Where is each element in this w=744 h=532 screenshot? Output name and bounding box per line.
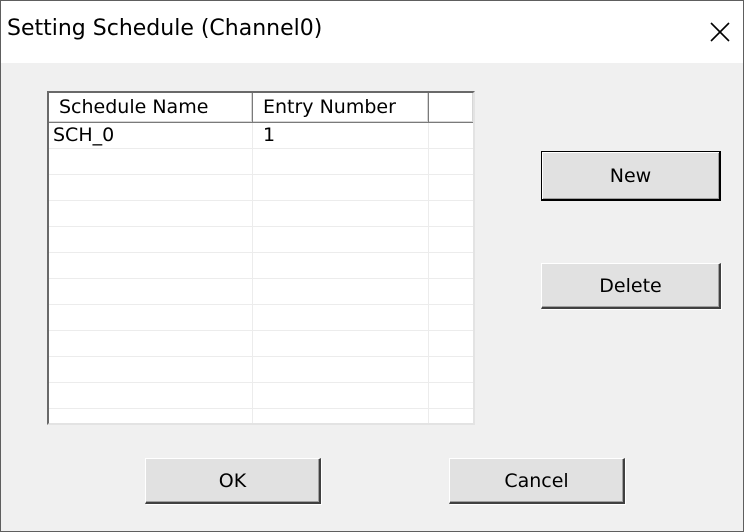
title-bar[interactable]: Setting Schedule (Channel0) — [1, 1, 743, 63]
table-row[interactable] — [49, 279, 473, 305]
column-header-schedule-name[interactable]: Schedule Name — [49, 93, 253, 123]
table-row[interactable] — [49, 305, 473, 331]
cell-empty — [429, 149, 473, 175]
table-row[interactable] — [49, 409, 473, 423]
cell-schedule-name — [49, 227, 253, 253]
cell-entry-number — [253, 253, 429, 279]
table-row[interactable] — [49, 253, 473, 279]
cell-schedule-name — [49, 175, 253, 201]
list-rows: SCH_0 1 — [49, 123, 473, 423]
cell-entry-number — [253, 383, 429, 409]
ok-button[interactable]: OK — [145, 458, 321, 504]
cell-schedule-name — [49, 201, 253, 227]
table-row[interactable] — [49, 175, 473, 201]
schedule-list[interactable]: Schedule Name Entry Number SCH_0 1 — [47, 91, 475, 425]
cell-entry-number — [253, 357, 429, 383]
cell-schedule-name: SCH_0 — [49, 123, 253, 149]
cell-empty — [429, 305, 473, 331]
cell-empty — [429, 357, 473, 383]
table-row[interactable] — [49, 357, 473, 383]
cell-schedule-name — [49, 331, 253, 357]
cell-schedule-name — [49, 383, 253, 409]
table-row[interactable]: SCH_0 1 — [49, 123, 473, 149]
cell-empty — [429, 253, 473, 279]
cell-empty — [429, 201, 473, 227]
cell-schedule-name — [49, 409, 253, 423]
column-header-entry-number[interactable]: Entry Number — [253, 93, 429, 123]
table-row[interactable] — [49, 227, 473, 253]
cell-schedule-name — [49, 253, 253, 279]
cell-schedule-name — [49, 149, 253, 175]
cell-entry-number — [253, 331, 429, 357]
cell-entry-number — [253, 279, 429, 305]
cell-empty — [429, 383, 473, 409]
table-row[interactable] — [49, 331, 473, 357]
cell-entry-number — [253, 409, 429, 423]
cell-empty — [429, 175, 473, 201]
list-header: Schedule Name Entry Number — [49, 93, 473, 123]
window-title: Setting Schedule (Channel0) — [7, 16, 323, 41]
cell-entry-number — [253, 175, 429, 201]
cell-empty — [429, 123, 473, 149]
table-row[interactable] — [49, 201, 473, 227]
cancel-button[interactable]: Cancel — [449, 458, 625, 504]
close-button[interactable] — [697, 1, 743, 63]
table-row[interactable] — [49, 383, 473, 409]
cell-empty — [429, 409, 473, 423]
cell-empty — [429, 331, 473, 357]
cell-entry-number — [253, 149, 429, 175]
cell-entry-number — [253, 201, 429, 227]
cell-schedule-name — [49, 357, 253, 383]
cell-entry-number: 1 — [253, 123, 429, 149]
cell-schedule-name — [49, 305, 253, 331]
cell-entry-number — [253, 227, 429, 253]
column-header-empty[interactable] — [429, 93, 473, 123]
new-button[interactable]: New — [541, 151, 721, 201]
delete-button[interactable]: Delete — [541, 263, 721, 309]
cell-empty — [429, 227, 473, 253]
cell-empty — [429, 279, 473, 305]
dialog-window: Setting Schedule (Channel0) Schedule Nam… — [0, 0, 744, 532]
cell-schedule-name — [49, 279, 253, 305]
cell-entry-number — [253, 305, 429, 331]
close-icon — [710, 22, 730, 42]
table-row[interactable] — [49, 149, 473, 175]
